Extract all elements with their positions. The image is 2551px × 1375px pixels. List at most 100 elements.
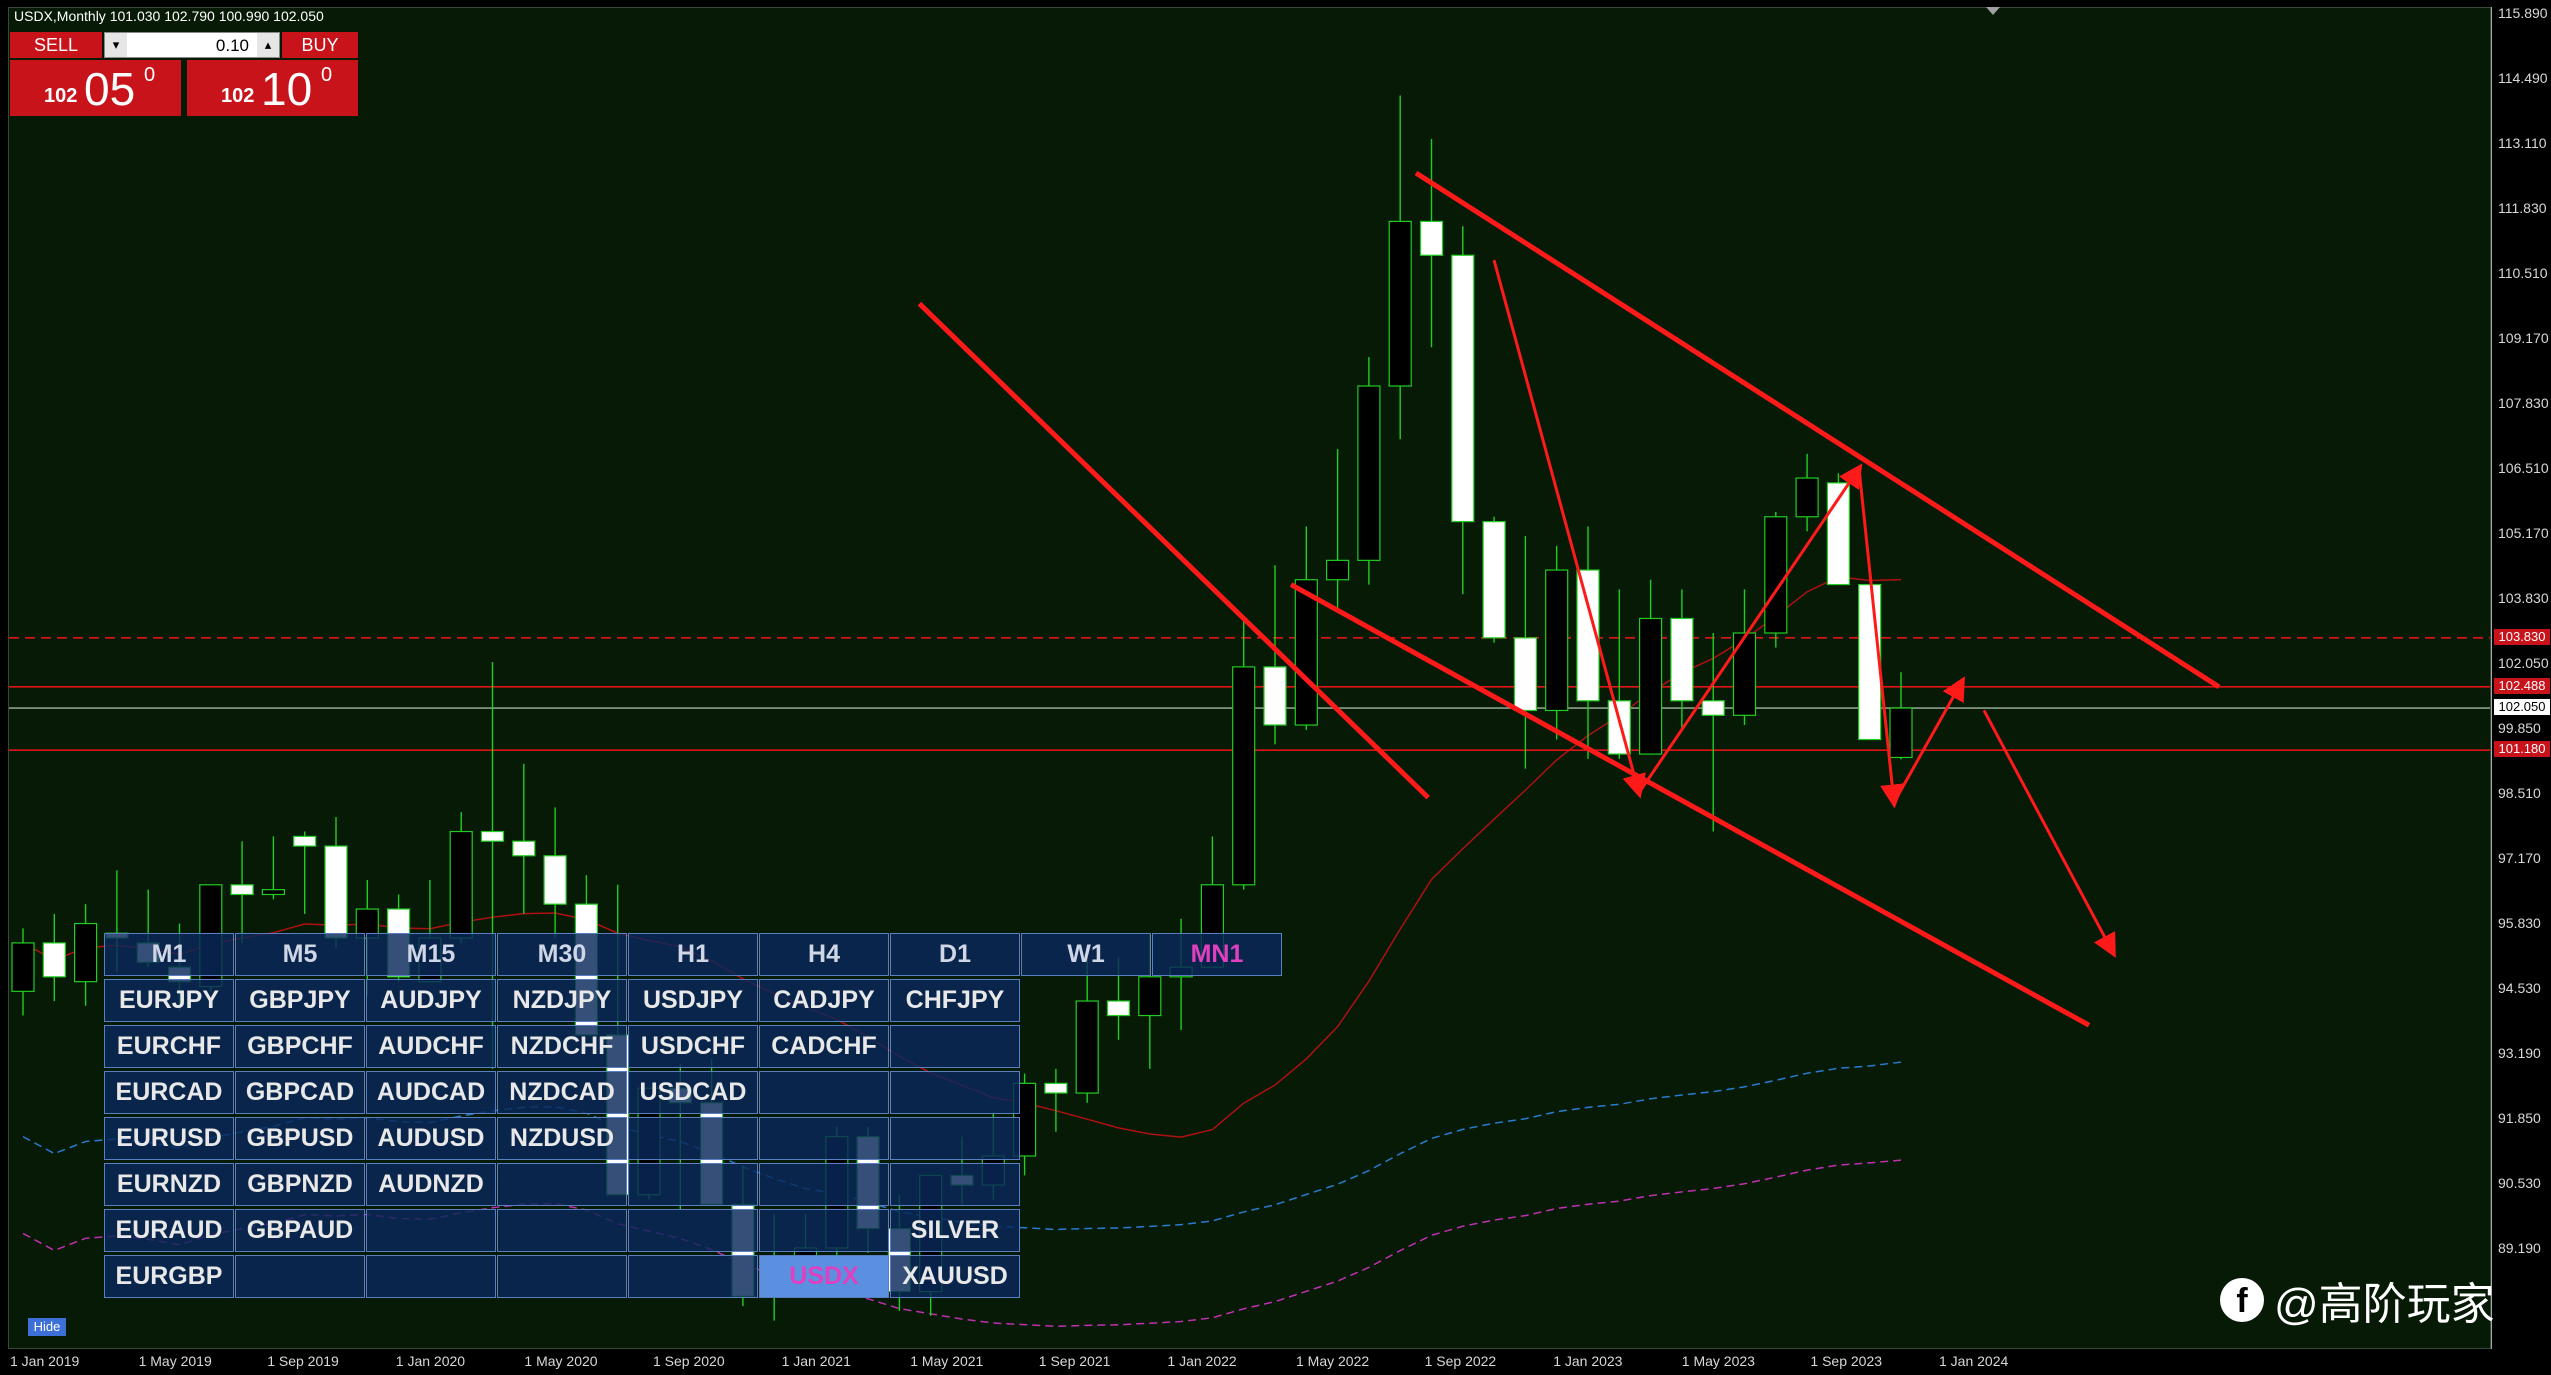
bull-candle (1638, 617, 1663, 755)
price-tick-label: 111.830 (2498, 200, 2547, 216)
lot-increment-icon[interactable]: ▴ (257, 33, 279, 57)
bull-candle (1294, 579, 1318, 726)
symbol-gbpchf[interactable]: GBPCHF (235, 1025, 365, 1068)
timeframe-m1[interactable]: M1 (104, 933, 234, 976)
price-tick-label: 113.110 (2498, 135, 2547, 151)
time-tick-label: 1 Jan 2022 (1167, 1353, 1237, 1369)
timeframe-d1[interactable]: D1 (890, 933, 1020, 976)
symbol-eurchf[interactable]: EURCHF (104, 1025, 234, 1068)
symbol-nzdcad[interactable]: NZDCAD (497, 1071, 627, 1114)
buy-button[interactable]: BUY (282, 32, 358, 58)
time-tick-label: 1 May 2023 (1681, 1353, 1755, 1369)
time-tick-label: 1 May 2021 (910, 1353, 984, 1369)
timeframe-m5[interactable]: M5 (235, 933, 365, 976)
symbol-empty-slot (235, 1255, 365, 1298)
lot-value[interactable]: 0.10 (216, 36, 249, 56)
buy-price-fraction: 0 (321, 64, 333, 86)
price-tick-label: 115.890 (2498, 5, 2548, 21)
symbol-nzdjpy[interactable]: NZDJPY (497, 979, 627, 1022)
hide-switcher-button[interactable]: Hide (28, 1318, 66, 1336)
symbol-usdjpy[interactable]: USDJPY (628, 979, 758, 1022)
symbol-eurgbp[interactable]: EURGBP (104, 1255, 234, 1298)
lot-size-field[interactable]: ▾ 0.10 ▴ (104, 32, 280, 58)
watermark-text: @高阶玩家 (2274, 1280, 2495, 1329)
symbol-audusd[interactable]: AUDUSD (366, 1117, 496, 1160)
symbol-audcad[interactable]: AUDCAD (366, 1071, 496, 1114)
bear-candle (1670, 617, 1694, 702)
timeframe-w1[interactable]: W1 (1021, 933, 1151, 976)
bear-candle (1513, 637, 1538, 712)
symbol-eurjpy[interactable]: EURJPY (104, 979, 234, 1022)
symbol-gbpcad[interactable]: GBPCAD (235, 1071, 365, 1114)
timeframe-m15[interactable]: M15 (366, 933, 496, 976)
channel-upper-line (917, 301, 1430, 800)
time-tick-label: 1 Sep 2023 (1810, 1353, 1883, 1369)
symbol-eurnzd[interactable]: EURNZD (104, 1163, 234, 1206)
price-tick-label: 110.510 (2498, 265, 2548, 281)
symbol-euraud[interactable]: EURAUD (104, 1209, 234, 1252)
time-tick-label: 1 Jan 2019 (10, 1353, 80, 1369)
time-tick-label: 1 Jan 2021 (781, 1353, 851, 1369)
time-axis: 1 Jan 2019 1 May 2019 1 Sep 2019 1 Jan 2020… (8, 1349, 2491, 1375)
price-level-tag: 103.830 (2494, 628, 2550, 645)
price-tick-label: 98.510 (2498, 785, 2541, 801)
symbol-nzdchf[interactable]: NZDCHF (497, 1025, 627, 1068)
timeframe-mn1[interactable]: MN1 (1152, 933, 1282, 976)
facebook-icon: f (2220, 1278, 2264, 1322)
price-tick-label: 107.830 (2498, 395, 2549, 411)
timeframe-h4[interactable]: H4 (759, 933, 889, 976)
price-axis[interactable]: 115.890 114.490 113.110 111.830 110.510 109.1… (2491, 5, 2551, 1349)
symbol-audjpy[interactable]: AUDJPY (366, 979, 496, 1022)
symbol-gbpjpy[interactable]: GBPJPY (235, 979, 365, 1022)
channel-upper-line (1414, 170, 2221, 689)
bear-candle (1419, 220, 1444, 256)
symbol-usdcad[interactable]: USDCAD (628, 1071, 758, 1114)
price-tick-label: 91.850 (2498, 1110, 2541, 1126)
symbol-cadjpy[interactable]: CADJPY (759, 979, 889, 1022)
symbol-gbpnzd[interactable]: GBPNZD (235, 1163, 365, 1206)
symbol-gbpaud[interactable]: GBPAUD (235, 1209, 365, 1252)
symbol-audnzd[interactable]: AUDNZD (366, 1163, 496, 1206)
symbol-eurusd[interactable]: EURUSD (104, 1117, 234, 1160)
symbol-empty-slot (366, 1255, 496, 1298)
symbol-xauusd[interactable]: XAUUSD (890, 1255, 1020, 1298)
collapse-toolbar-icon[interactable] (1986, 7, 2000, 15)
symbol-eurcad[interactable]: EURCAD (104, 1071, 234, 1114)
symbol-empty-slot (497, 1163, 627, 1206)
bull-candle (11, 942, 35, 992)
symbol-empty-slot (890, 1071, 1020, 1114)
time-tick-label: 1 Sep 2019 (267, 1353, 339, 1369)
bull-candle (261, 889, 285, 896)
sell-button[interactable]: SELL (10, 32, 102, 58)
bear-candle (230, 884, 254, 896)
bear-candle (293, 835, 317, 847)
symbol-audchf[interactable]: AUDCHF (366, 1025, 496, 1068)
symbol-empty-slot (759, 1209, 889, 1252)
time-tick-label: 1 Jan 2023 (1553, 1353, 1623, 1369)
symbol-empty-slot (890, 1163, 1020, 1206)
symbol-chfjpy[interactable]: CHFJPY (890, 979, 1020, 1022)
sell-price-button[interactable]: 102 05 0 (10, 60, 181, 116)
price-level-tag: 102.488 (2494, 677, 2550, 694)
buy-price-main: 10 (261, 63, 313, 115)
price-tick-label: 106.510 (2498, 460, 2549, 476)
symbol-timeframe-switcher: M1 M5 M15 M30 H1 H4 D1 W1 MN1 EURJPY GBPJPY AUDJPY N… (104, 933, 1284, 1298)
lot-dropdown-icon[interactable]: ▾ (105, 33, 127, 57)
symbol-gbpusd[interactable]: GBPUSD (235, 1117, 365, 1160)
timeframe-m30[interactable]: M30 (497, 933, 627, 976)
bear-candle (1858, 583, 1882, 741)
buy-price-button[interactable]: 102 10 0 (187, 60, 358, 116)
bear-candle (480, 830, 505, 842)
symbol-nzdusd[interactable]: NZDUSD (497, 1117, 627, 1160)
time-tick-label: 1 Sep 2021 (1038, 1353, 1111, 1369)
chart-title: USDX,Monthly 101.030 102.790 100.990 102… (14, 8, 324, 24)
timeframe-h1[interactable]: H1 (628, 933, 758, 976)
sell-price-prefix: 102 (44, 85, 78, 107)
symbol-cadchf[interactable]: CADCHF (759, 1025, 889, 1068)
price-level-tag: 101.180 (2494, 741, 2550, 758)
symbol-usdx[interactable]: USDX (759, 1255, 889, 1298)
time-tick-label: 1 Jan 2020 (395, 1353, 466, 1369)
symbol-usdchf[interactable]: USDCHF (628, 1025, 758, 1068)
symbol-empty-slot (628, 1209, 758, 1252)
symbol-silver[interactable]: SILVER (890, 1209, 1020, 1252)
